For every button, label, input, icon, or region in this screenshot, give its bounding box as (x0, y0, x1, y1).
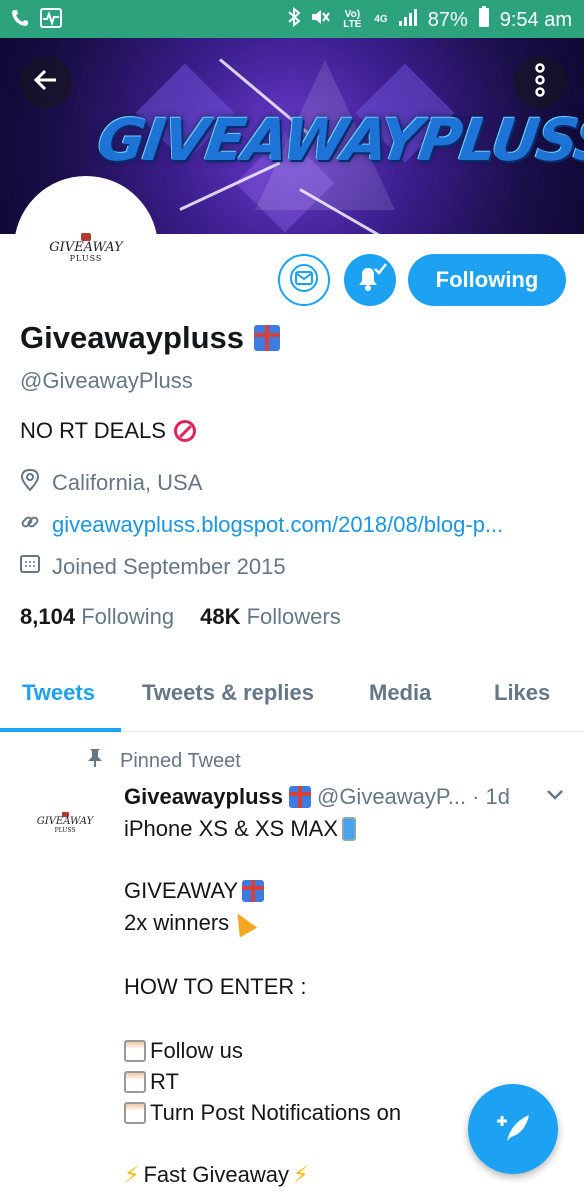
followers-label: Followers (246, 604, 341, 629)
profile-location: California, USA (20, 468, 202, 498)
profile-name: Giveawaypluss (20, 320, 245, 355)
following-button[interactable]: Following (408, 254, 566, 306)
more-vertical-icon (534, 62, 546, 102)
tweet-line-text: RT (150, 1069, 179, 1094)
mute-icon (310, 7, 331, 33)
profile-name-row: Giveawaypluss (20, 320, 281, 356)
location-pin-icon (20, 468, 40, 498)
back-button[interactable] (20, 56, 72, 108)
overflow-menu-button[interactable] (514, 56, 566, 108)
tweet-author-handle[interactable]: @GiveawayP... (317, 784, 466, 810)
mobile-phone-icon (342, 817, 356, 841)
clock: 9:54 am (499, 8, 572, 31)
avatar-logo-text: GIVEAWAY (49, 240, 123, 255)
prohibited-icon (173, 420, 196, 442)
tweet-text-line: ⚡ Fast Giveaway ⚡ (124, 1162, 308, 1188)
active-tab-indicator (0, 728, 121, 732)
phone-call-icon (10, 8, 30, 33)
following-label: Following (81, 604, 175, 629)
tweet-text-line: Follow us (124, 1038, 243, 1064)
notifications-button[interactable] (344, 254, 396, 306)
ballot-box-icon (124, 1102, 146, 1124)
ballot-box-icon (124, 1071, 146, 1093)
volte-indicator: Vo) LTE (343, 9, 362, 30)
health-monitor-icon (40, 8, 62, 33)
profile-handle: @GiveawayPluss (20, 368, 193, 393)
tweet-line-text: Fast Giveaway (143, 1162, 289, 1187)
tweet-line-text: Follow us (150, 1038, 243, 1063)
profile-avatar[interactable]: GIVEAWAY PLUSS (14, 176, 158, 320)
signal-icon (398, 8, 418, 32)
tweet-text-line: GIVEAWAY (124, 878, 265, 904)
lightning-icon: ⚡ (292, 1162, 309, 1187)
follow-counts: 8,104 Following 48K Followers (20, 604, 341, 630)
profile-joined: Joined September 2015 (20, 554, 286, 580)
status-bar: Vo) LTE 4G 87% 9:54 am (0, 0, 584, 38)
tweet-header: Giveawaypluss @GiveawayP... · 1d (124, 784, 510, 810)
gift-icon (242, 880, 265, 902)
following-count-link[interactable]: 8,104 Following (20, 604, 174, 630)
envelope-icon (289, 263, 319, 298)
tab-likes[interactable]: Likes (494, 680, 550, 706)
avatar-logo-text: GIVEAWAY (36, 816, 94, 827)
tweet-author-name[interactable]: Giveawaypluss (124, 784, 283, 810)
website-link[interactable]: giveawaypluss.blogspot.com/2018/08/blog-… (52, 512, 503, 538)
tweet-text-line: RT (124, 1069, 179, 1095)
direct-message-button[interactable] (278, 254, 330, 306)
pinned-text: Pinned Tweet (120, 749, 241, 772)
following-count: 8,104 (20, 604, 76, 629)
network-type: 4G (374, 14, 388, 25)
tweet-line-text: HOW TO ENTER : (124, 974, 307, 999)
tab-tweets[interactable]: Tweets (22, 680, 95, 706)
ballot-box-icon (124, 1040, 146, 1062)
battery-icon (478, 6, 490, 34)
followers-count-link[interactable]: 48K Followers (200, 604, 341, 630)
party-popper-icon (228, 908, 258, 938)
lightning-icon: ⚡ (124, 1162, 140, 1187)
avatar-logo-subtext: PLUSS (69, 254, 103, 263)
tweet-text-line: iPhone XS & XS MAX (124, 816, 356, 842)
bluetooth-icon (288, 6, 301, 33)
tweet-text-line: 2x winners (124, 908, 258, 938)
compose-tweet-button[interactable] (468, 1084, 558, 1174)
tab-tweets-and-replies[interactable]: Tweets & replies (142, 680, 314, 706)
avatar-logo-subtext: PLUSS (54, 827, 76, 834)
followers-count: 48K (200, 604, 241, 629)
location-text: California, USA (52, 470, 203, 495)
tweet-menu-button[interactable] (546, 788, 564, 806)
link-icon (20, 511, 40, 539)
tweet-text-line: Turn Post Notifications on (124, 1100, 401, 1126)
chevron-down-icon (546, 788, 564, 805)
tweet-line-text: Turn Post Notifications on (150, 1100, 402, 1125)
pinned-tweet-label: Pinned Tweet (86, 748, 241, 774)
tweet-line-text: GIVEAWAY (124, 878, 239, 903)
banner-title: GIVEAWAYPLUSS (93, 106, 584, 174)
profile-website: giveawaypluss.blogspot.com/2018/08/blog-… (20, 511, 503, 539)
bio-text: NO RT DEALS (20, 418, 166, 443)
tweet-line-text: iPhone XS & XS MAX (124, 816, 338, 841)
calendar-icon (20, 554, 40, 580)
joined-text: Joined September 2015 (52, 554, 286, 579)
back-arrow-icon (32, 66, 60, 99)
battery-percent: 87% (427, 8, 468, 31)
compose-feather-icon (493, 1107, 533, 1152)
tweet-text-line: HOW TO ENTER : (124, 974, 307, 1000)
gift-icon (288, 786, 311, 808)
pin-icon (86, 748, 104, 774)
tweet-author-avatar[interactable]: GIVEAWAY PLUSS (22, 780, 108, 866)
profile-tabs: Tweets Tweets & replies Media Likes (0, 660, 584, 732)
profile-bio: NO RT DEALS (20, 418, 196, 444)
tweet-time[interactable]: · 1d (472, 784, 510, 810)
tweet-line-text: 2x winners (124, 910, 230, 935)
tab-media[interactable]: Media (369, 680, 431, 706)
bell-check-icon (353, 262, 387, 298)
gift-icon (254, 325, 281, 351)
